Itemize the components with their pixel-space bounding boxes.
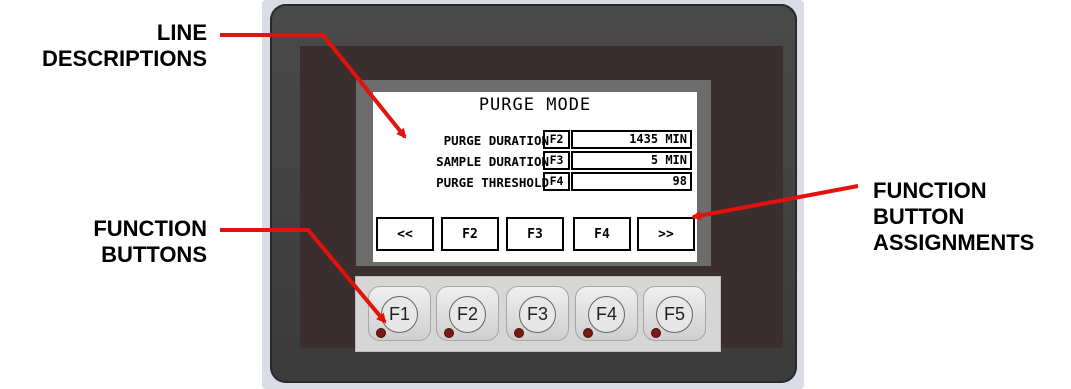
arrow-line-descriptions (220, 33, 407, 139)
callout-arrows (220, 33, 859, 324)
arrow-function-buttons (220, 228, 387, 324)
arrow-function-button-assignments (691, 184, 859, 221)
